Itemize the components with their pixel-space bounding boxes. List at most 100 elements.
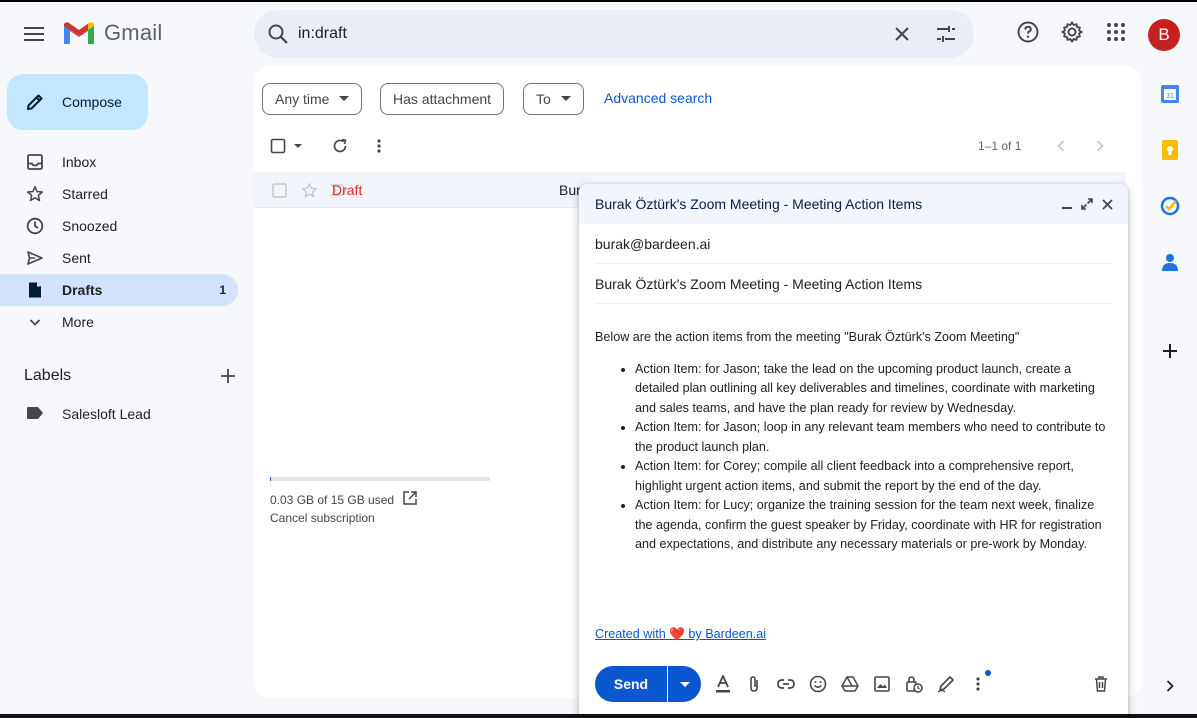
apps-grid-icon[interactable]: [1104, 20, 1128, 44]
filter-any-time[interactable]: Any time: [262, 83, 363, 115]
contacts-app-button[interactable]: [1160, 252, 1180, 272]
subject-text: Burak Öztürk's Zoom Meeting - Meeting Ac…: [595, 276, 923, 292]
sidebar-item-drafts[interactable]: Drafts 1: [0, 274, 238, 306]
contacts-person-icon: [1162, 254, 1178, 271]
search-input[interactable]: [298, 10, 858, 58]
message-body[interactable]: Below are the action items from the meet…: [595, 328, 1115, 555]
signature-pen-icon: [937, 676, 954, 693]
caret-down-icon: [294, 143, 302, 148]
bardeen-signature-link[interactable]: Created with ❤️ by Bardeen.ai: [595, 627, 766, 642]
labels-header: Labels: [24, 364, 236, 388]
label-item-text: Salesloft Lead: [62, 406, 151, 422]
tasks-check-icon: [1160, 196, 1180, 216]
discard-draft-button[interactable]: [1091, 674, 1111, 694]
lock-clock-icon: [906, 676, 923, 693]
sidebar-item-label: More: [62, 314, 94, 330]
tasks-app-button[interactable]: [1160, 196, 1180, 216]
more-vertical-icon: [377, 139, 381, 153]
more-actions-button[interactable]: [369, 136, 389, 156]
insert-drive-file-button[interactable]: [840, 674, 860, 694]
image-icon: [874, 676, 890, 692]
storage-usage-bar: [270, 477, 490, 481]
sidebar-item-snoozed[interactable]: Snoozed: [0, 210, 238, 242]
drafts-count-badge: 1: [219, 283, 226, 297]
send-icon: [27, 251, 43, 265]
sidebar-item-label: Starred: [62, 186, 108, 202]
insert-signature-button[interactable]: [936, 674, 956, 694]
recipient-address: burak@bardeen.ai: [595, 236, 711, 252]
refresh-button[interactable]: [330, 136, 350, 156]
account-avatar[interactable]: B: [1148, 19, 1180, 51]
select-all-checkbox[interactable]: [270, 136, 310, 156]
cancel-subscription-link[interactable]: Cancel subscription: [270, 511, 375, 525]
compose-button[interactable]: Compose: [7, 74, 148, 130]
expand-side-panel-button[interactable]: [1160, 676, 1180, 696]
sidebar-item-label: Snoozed: [62, 218, 118, 234]
filter-to[interactable]: To: [523, 83, 584, 115]
checkbox-icon: [270, 138, 286, 154]
get-addons-button[interactable]: [1160, 341, 1180, 361]
storage-usage-text: 0.03 GB of 15 GB used: [270, 493, 395, 507]
send-button[interactable]: Send: [595, 666, 667, 702]
open-in-new-icon[interactable]: [402, 490, 418, 506]
compose-window-header[interactable]: Burak Öztürk's Zoom Meeting - Meeting Ac…: [579, 184, 1128, 224]
minimize-button[interactable]: [1060, 197, 1074, 211]
advanced-search-link[interactable]: Advanced search: [604, 90, 712, 106]
clock-icon: [26, 217, 44, 235]
clear-search-icon[interactable]: [890, 22, 914, 46]
close-compose-button[interactable]: [1100, 197, 1114, 211]
sidebar-item-sent[interactable]: Sent: [0, 242, 238, 274]
search-icon[interactable]: [266, 22, 290, 46]
text-format-icon: [716, 675, 730, 693]
star-icon[interactable]: [301, 182, 318, 199]
attach-files-button[interactable]: [744, 674, 764, 694]
sidebar-item-inbox[interactable]: Inbox: [0, 146, 238, 178]
insert-link-button[interactable]: [776, 674, 796, 694]
send-options-button[interactable]: [668, 666, 701, 702]
calendar-app-button[interactable]: 31: [1160, 84, 1180, 104]
settings-gear-icon[interactable]: [1060, 20, 1084, 44]
chevron-right-icon: [1096, 140, 1104, 152]
svg-text:31: 31: [1166, 93, 1174, 100]
caret-down-icon: [560, 96, 571, 101]
confidential-mode-button[interactable]: [904, 674, 924, 694]
filter-has-attachment[interactable]: Has attachment: [380, 83, 505, 115]
add-label-plus-icon[interactable]: [220, 368, 236, 384]
insert-photo-button[interactable]: [872, 674, 892, 694]
fullscreen-button[interactable]: [1080, 197, 1094, 211]
list-item: Action Item: for Corey; compile all clie…: [635, 457, 1115, 496]
more-options-button[interactable]: [968, 674, 988, 694]
label-item-salesloft-lead[interactable]: Salesloft Lead: [0, 398, 238, 430]
draft-status-label: Draft: [332, 182, 363, 198]
help-icon[interactable]: [1016, 20, 1040, 44]
main-menu-button[interactable]: [14, 14, 54, 54]
recipients-field[interactable]: burak@bardeen.ai: [595, 224, 1112, 264]
gmail-m-icon: [64, 22, 94, 44]
subject-field[interactable]: Burak Öztürk's Zoom Meeting - Meeting Ac…: [595, 264, 1112, 304]
sidebar-item-more[interactable]: More: [0, 306, 238, 338]
gmail-logo-text: Gmail: [104, 20, 163, 45]
insert-emoji-button[interactable]: [808, 674, 828, 694]
row-checkbox-icon[interactable]: [272, 183, 287, 198]
keep-app-button[interactable]: [1160, 140, 1180, 160]
trash-icon: [1095, 676, 1107, 692]
window-bottom-edge: [0, 714, 1197, 718]
formatting-options-button[interactable]: [713, 674, 733, 694]
gmail-logo[interactable]: Gmail: [62, 20, 162, 46]
older-page-button[interactable]: [1090, 136, 1110, 156]
sidebar-nav: Inbox Starred Snoozed Sent Drafts 1 More: [0, 146, 240, 338]
inbox-icon: [27, 154, 43, 170]
list-item: Action Item: for Jason; loop in any rele…: [635, 418, 1115, 457]
close-icon: [1101, 198, 1113, 210]
sidebar-item-label: Sent: [62, 250, 91, 266]
signature-prefix: Created with: [595, 627, 670, 641]
newer-page-button[interactable]: [1051, 136, 1071, 156]
minimize-icon: [1062, 207, 1072, 209]
sidebar-item-starred[interactable]: Starred: [0, 178, 238, 210]
plus-icon: [1163, 344, 1177, 358]
filter-has-attachment-label: Has attachment: [393, 91, 492, 107]
search-options-icon[interactable]: [934, 22, 958, 46]
notification-dot: [985, 670, 991, 676]
keep-notes-icon: [1162, 140, 1178, 160]
expand-diagonal-icon: [1081, 198, 1093, 210]
